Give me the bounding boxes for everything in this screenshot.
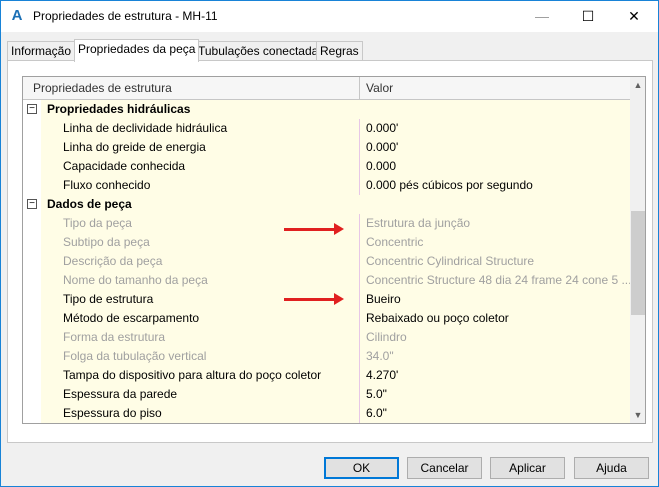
property-name: Subtipo da peça [41,233,360,252]
tab-tubulacoes-conectadas[interactable]: Tubulações conectadas [194,41,329,61]
property-value[interactable]: 0.000 [360,157,630,176]
annotation-arrow-icon [284,293,344,305]
property-row[interactable]: Subtipo da peça Concentric [23,233,630,252]
property-row[interactable]: Espessura do piso 6.0" [23,404,630,423]
property-row[interactable]: Espessura da parede 5.0" [23,385,630,404]
autocad-icon: A [11,7,23,24]
tab-propriedades-da-peca[interactable]: Propriedades da peça [74,39,200,62]
property-value[interactable]: Bueiro [360,290,630,309]
property-name: Fluxo conhecido [41,176,360,195]
row-gutter [23,290,41,309]
property-row[interactable]: Folga da tubulação vertical 34.0" [23,347,630,366]
row-gutter [23,119,41,138]
property-name: Linha de declividade hidráulica [41,119,360,138]
property-rows: − Propriedades hidráulicas Linha de decliv… [23,100,630,423]
property-row[interactable]: Linha de declividade hidráulica 0.000' [23,119,630,138]
property-name: Espessura da parede [41,385,360,404]
property-value: Estrutura da junção [360,214,630,233]
row-gutter [23,233,41,252]
ok-button[interactable]: OK [324,457,399,479]
property-value[interactable]: 0.000 pés cúbicos por segundo [360,176,630,195]
property-name: Espessura do piso [41,404,360,423]
row-gutter [23,347,41,366]
row-gutter [23,309,41,328]
category-label: Propriedades hidráulicas [41,100,630,119]
property-grid: Propriedades de estrutura Valor − Proprie… [22,76,646,424]
category-row[interactable]: − Propriedades hidráulicas [23,100,630,119]
cancel-button[interactable]: Cancelar [407,457,482,479]
row-gutter [23,138,41,157]
row-gutter [23,214,41,233]
scroll-down-arrow-icon[interactable]: ▼ [630,407,645,423]
property-row[interactable]: Fluxo conhecido 0.000 pés cúbicos por seg… [23,176,630,195]
grid-header: Propriedades de estrutura Valor [23,77,630,100]
property-value[interactable]: 0.000' [360,138,630,157]
property-name: Forma da estrutura [41,328,360,347]
column-header-value[interactable]: Valor [360,77,630,100]
property-value: 34.0" [360,347,630,366]
property-value: Concentric Cylindrical Structure [360,252,630,271]
property-value[interactable]: Rebaixado ou poço coletor [360,309,630,328]
property-name: Folga da tubulação vertical [41,347,360,366]
property-name: Método de escarpamento [41,309,360,328]
property-row[interactable]: Linha do greide de energia 0.000' [23,138,630,157]
scroll-thumb[interactable] [631,211,645,315]
property-row[interactable]: Descrição da peça Concentric Cylindrical … [23,252,630,271]
minimize-button[interactable]: — [519,1,565,32]
row-gutter [23,176,41,195]
property-row[interactable]: Nome do tamanho da peça Concentric Struct… [23,271,630,290]
dialog-window: A Propriedades de estrutura - MH-11 — ☐ … [0,0,659,487]
column-header-name[interactable]: Propriedades de estrutura [23,77,360,100]
property-value[interactable]: 4.270' [360,366,630,385]
property-name: Tampa do dispositivo para altura do poço… [41,366,360,385]
property-value[interactable]: 0.000' [360,119,630,138]
scroll-up-arrow-icon[interactable]: ▲ [630,77,645,93]
category-label: Dados de peça [41,195,630,214]
property-value: Concentric Structure 48 dia 24 frame 24 … [360,271,630,290]
row-gutter [23,404,41,423]
property-value: Concentric [360,233,630,252]
property-value[interactable]: 5.0" [360,385,630,404]
apply-button[interactable]: Aplicar [490,457,565,479]
tab-regras[interactable]: Regras [316,41,363,61]
title-bar[interactable]: A Propriedades de estrutura - MH-11 — ☐ … [1,1,658,32]
property-name: Nome do tamanho da peça [41,271,360,290]
property-row[interactable]: Tampa do dispositivo para altura do poço… [23,366,630,385]
close-button[interactable]: ✕ [611,1,657,32]
row-gutter [23,271,41,290]
row-gutter [23,252,41,271]
row-gutter [23,366,41,385]
property-row[interactable]: Forma da estrutura Cilindro [23,328,630,347]
property-value: Cilindro [360,328,630,347]
annotation-arrow-icon [284,223,344,235]
tab-informacao[interactable]: Informação [7,41,76,61]
row-gutter [23,385,41,404]
row-gutter [23,157,41,176]
property-name: Linha do greide de energia [41,138,360,157]
window-title: Propriedades de estrutura - MH-11 [33,9,218,23]
collapse-icon[interactable]: − [27,104,37,114]
row-gutter [23,328,41,347]
category-row[interactable]: − Dados de peça [23,195,630,214]
help-button[interactable]: Ajuda [574,457,649,479]
vertical-scrollbar[interactable]: ▲ ▼ [630,77,645,423]
property-name: Capacidade conhecida [41,157,360,176]
property-row[interactable]: Capacidade conhecida 0.000 [23,157,630,176]
collapse-icon[interactable]: − [27,199,37,209]
property-row[interactable]: Método de escarpamento Rebaixado ou poço … [23,309,630,328]
property-value[interactable]: 6.0" [360,404,630,423]
property-name: Descrição da peça [41,252,360,271]
maximize-button[interactable]: ☐ [565,1,611,32]
